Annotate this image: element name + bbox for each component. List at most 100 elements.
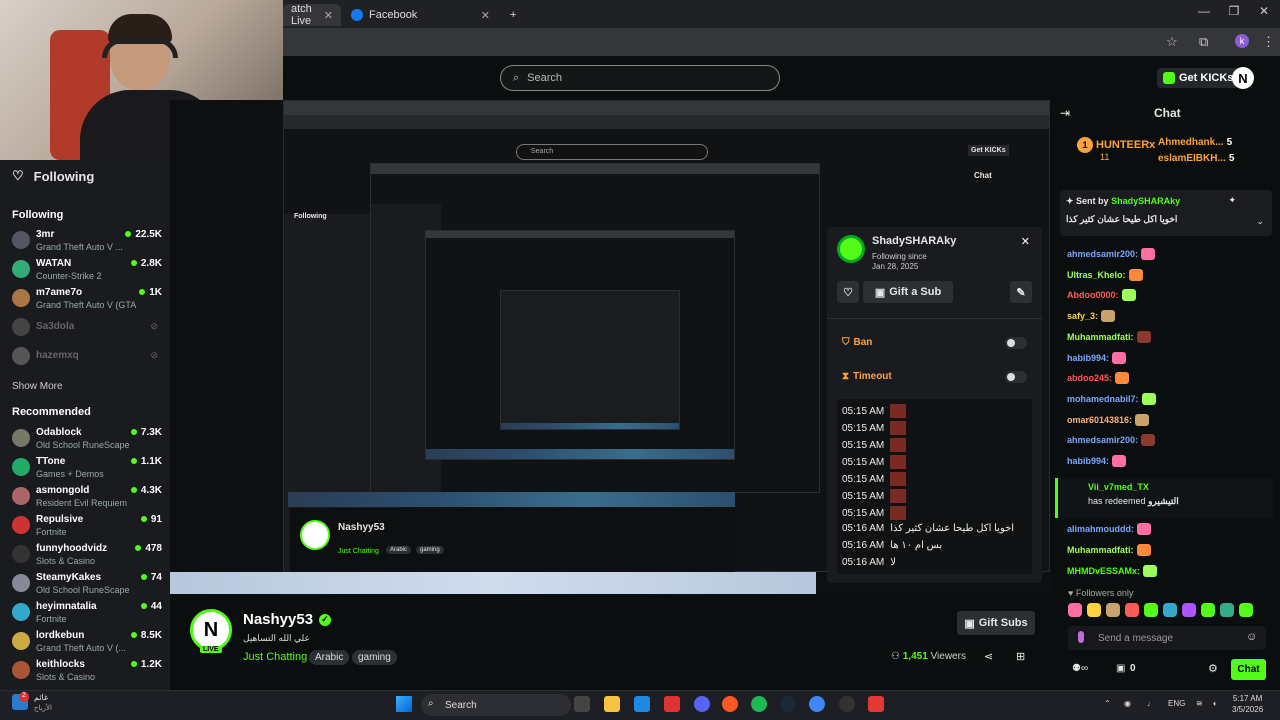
chat-username[interactable]: Abdoo0000: [1067,290,1119,300]
chat-message[interactable]: Abdoo0000: [1067,289,1136,302]
tag-arabic[interactable]: Arabic [309,650,350,665]
windows-start-icon[interactable] [396,696,412,712]
user-avatar[interactable]: N [1232,67,1254,89]
top-gifter-3[interactable]: eslamEIBKH... 5 [1158,153,1234,164]
crowd-icon[interactable]: ⚉∞ [1072,663,1088,674]
tab-kick-live[interactable]: atch Live ✕ [283,3,341,27]
tab-facebook[interactable]: Facebook ✕ [343,4,498,26]
close-window-icon[interactable]: ✕ [1250,4,1278,18]
steam-icon[interactable] [780,696,796,712]
new-tab-button[interactable]: + [502,4,524,26]
menu-icon[interactable]: ⋮ [1262,34,1275,50]
sidebar-channel-3mr[interactable]: 3mr Grand Theft Auto V ... 22.5K [12,229,162,259]
chat-username[interactable]: abdoo245: [1067,373,1112,383]
language-indicator[interactable]: ENG [1168,699,1185,708]
chat-username[interactable]: safy_3: [1067,311,1098,321]
chat-message[interactable]: ahmedsamir200: [1067,248,1156,260]
chat-message[interactable]: habib994: [1067,351,1127,364]
emote-icon[interactable] [1163,603,1177,617]
sidebar-channel-sa3dola[interactable]: Sa3dola ⊘ [12,316,162,346]
user-message-history[interactable]: 05:15 AM 05:15 AM 05:15 AM 05:15 AM 05:15 AM… [837,399,1032,574]
emote-icon[interactable] [1087,603,1101,617]
file-explorer-icon[interactable] [604,696,620,712]
emote-icon[interactable] [1106,603,1120,617]
sidebar-channel-repulsive[interactable]: Repulsive Fortnite 91 [12,514,162,544]
streamer-avatar[interactable]: N [190,609,232,651]
chat-username[interactable]: Muhammadfati: [1067,332,1134,342]
close-tab-icon[interactable]: ✕ [481,9,490,22]
close-tab-icon[interactable]: ✕ [324,9,333,22]
emote-icon[interactable] [1144,603,1158,617]
redeem-user[interactable]: Vii_v7med_TX [1088,482,1149,492]
emote-icon[interactable] [1201,603,1215,617]
chat-message[interactable]: omar60143816: [1067,413,1150,426]
clip-icon[interactable]: ⊞ [1016,650,1025,663]
obs-icon[interactable] [839,696,855,712]
chat-username[interactable]: omar60143816: [1067,415,1132,425]
store-icon[interactable] [634,696,650,712]
chat-input[interactable]: Send a message [1068,626,1266,650]
app-icon-red[interactable] [868,696,884,712]
share-icon[interactable]: ⋖ [984,650,993,663]
chat-message[interactable]: Muhammadfati: [1067,544,1151,556]
show-more-link[interactable]: Show More [12,381,63,392]
extensions-icon[interactable]: ⧉ [1199,34,1208,50]
chat-username[interactable]: habib994: [1067,456,1109,466]
search-input[interactable]: ⌕ Search [500,65,780,91]
close-icon[interactable]: ✕ [1021,235,1030,248]
chat-message[interactable]: MHMDvESSAMx: [1067,565,1158,577]
chat-message[interactable]: ahmedsamir200: [1067,434,1156,447]
settings-icon[interactable]: ⚙ [1208,662,1218,675]
profile-avatar[interactable]: k [1235,34,1249,48]
sidebar-channel-funnyhoodvidz[interactable]: funnyhoodvidz Slots & Casino 478 [12,543,162,573]
collapse-chat-icon[interactable]: ⇥ [1060,106,1070,120]
sidebar-channel-watan[interactable]: WATAN Counter-Strike 2 2.8K [12,258,162,288]
sidebar-channel-odablock[interactable]: Odablock Old School RuneScape 7.3K [12,427,162,457]
sidebar-channel-m7ame7o[interactable]: m7ame7o Grand Theft Auto V (GTA) 1K [12,287,162,317]
ban-toggle[interactable] [1005,337,1027,349]
tray-chevron-icon[interactable]: ⌃ [1104,699,1111,708]
sidebar-channel-heyimnatalia[interactable]: heyimnatalia Fortnite 44 [12,601,162,631]
task-view-icon[interactable] [574,696,590,712]
timeout-toggle[interactable] [1005,371,1027,383]
chat-username[interactable]: habib994: [1067,353,1109,363]
chrome-icon[interactable] [809,696,825,712]
app-icon[interactable] [664,696,680,712]
chat-message[interactable]: alimahmouddd: [1067,523,1151,535]
follow-heart-button[interactable]: ♡ [837,281,859,303]
taskbar-clock[interactable]: 5:17 AM 3/5/2026 [1232,693,1263,715]
microphone-icon[interactable]: ♩ [1147,699,1155,708]
chat-username[interactable]: alimahmouddd: [1067,524,1134,534]
tag-gaming[interactable]: gaming [352,650,397,665]
sidebar-channel-lordkebun[interactable]: lordkebun Grand Theft Auto V (... 8.5K [12,630,162,660]
chat-message[interactable]: Ultras_Khelo: [1067,268,1143,281]
tray-app-icon[interactable]: ◉ [1124,699,1131,708]
chat-username[interactable]: mohamednabil7: [1067,394,1139,404]
taskbar-search[interactable]: Search [421,694,571,716]
brave-icon[interactable] [722,696,738,712]
gift-sub-button[interactable]: ▣ Gift a Sub [863,281,953,303]
chat-username[interactable]: ahmedsamir200: [1067,249,1138,259]
emote-icon[interactable] [1068,603,1082,617]
mute-button[interactable]: ✎ [1010,281,1032,303]
sidebar-channel-keithlocks[interactable]: keithlocks Slots & Casino 1.2K [12,659,162,689]
maximize-icon[interactable]: ❐ [1220,4,1248,18]
gift-subs-button[interactable]: ▣ Gift Subs [957,611,1035,635]
sidebar-channel-asmongold[interactable]: asmongold Resident Evil Requiem 4.3K [12,485,162,515]
spotify-icon[interactable] [751,696,767,712]
top-gifter-1[interactable]: 1 HUNTEERx [1077,137,1155,153]
emote-icon[interactable] [1125,603,1139,617]
pin-icon[interactable]: ✦ [1228,195,1236,206]
wifi-icon[interactable]: ≋ [1196,699,1203,708]
streamer-name[interactable]: Nashyy53 ✓ [243,611,332,628]
emote-icon[interactable] [1182,603,1196,617]
following-header[interactable]: ♡ Following [12,168,94,184]
popup-username[interactable]: ShadySHARAky [872,235,956,247]
chat-username[interactable]: Ultras_Khelo: [1067,270,1126,280]
sidebar-channel-ttone[interactable]: TTone Games + Demos 1.1K [12,456,162,486]
chevron-down-icon[interactable]: ⌄ [1256,216,1264,227]
chat-username[interactable]: ahmedsamir200: [1067,435,1138,445]
discord-icon[interactable] [694,696,710,712]
chat-send-button[interactable]: Chat [1231,659,1266,680]
emoji-icon[interactable]: ☺ [1246,631,1257,643]
